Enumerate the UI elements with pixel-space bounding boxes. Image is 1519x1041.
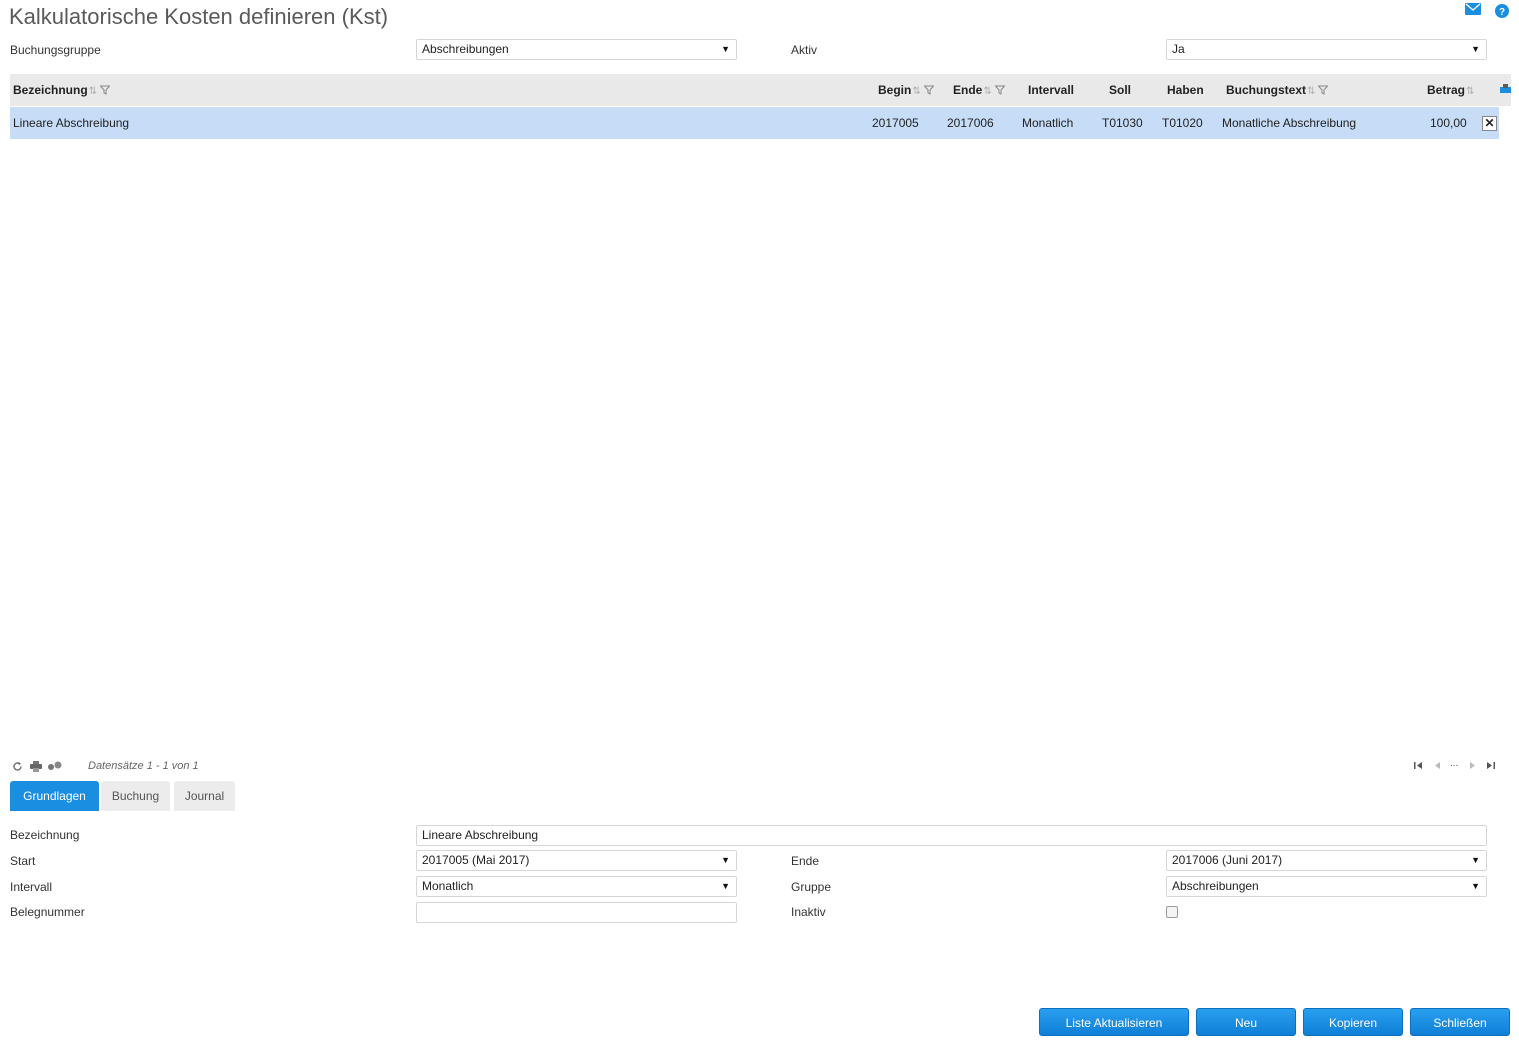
tab-grundlagen[interactable]: Grundlagen: [10, 781, 99, 811]
column-header-label: Ende: [953, 83, 983, 97]
intervall-label: Intervall: [10, 880, 53, 894]
first-page-icon[interactable]: [1414, 761, 1423, 773]
page-ellipsis: ...: [1450, 758, 1459, 769]
bezeichnung-label: Bezeichnung: [10, 828, 80, 842]
chevron-down-icon: ▼: [721, 881, 730, 891]
bezeichnung-field[interactable]: Lineare Abschreibung: [416, 825, 1487, 846]
column-header-bezeichnung[interactable]: Bezeichnung⇅: [13, 74, 111, 107]
start-label: Start: [10, 854, 36, 868]
help-icon[interactable]: ?: [1494, 3, 1512, 19]
prev-page-icon[interactable]: [1434, 761, 1441, 773]
gruppe-label: Gruppe: [791, 880, 832, 894]
column-header-buchungstext[interactable]: Buchungstext⇅: [1226, 74, 1330, 107]
cell-buchungstext: Monatliche Abschreibung: [1222, 116, 1357, 130]
last-page-icon[interactable]: [1486, 761, 1495, 773]
buchungsgruppe-label: Buchungsgruppe: [10, 43, 101, 57]
copy-button[interactable]: Kopieren: [1303, 1008, 1403, 1036]
chevron-down-icon: ▼: [1471, 855, 1480, 865]
intervall-value: Monatlich: [422, 879, 474, 893]
ende-label: Ende: [791, 854, 820, 868]
tab-buchung[interactable]: Buchung: [101, 781, 170, 811]
inaktiv-checkbox[interactable]: [1166, 906, 1178, 918]
sort-icon[interactable]: ⇅: [1466, 86, 1474, 97]
column-header-haben[interactable]: Haben: [1167, 74, 1204, 106]
records-count: Datensätze 1 - 1 von 1: [88, 760, 199, 772]
sort-icon[interactable]: ⇅: [1307, 86, 1315, 97]
column-header-soll[interactable]: Soll: [1109, 74, 1131, 106]
belegnummer-label: Belegnummer: [10, 905, 85, 919]
column-header-intervall[interactable]: Intervall: [1028, 74, 1074, 106]
gruppe-value: Abschreibungen: [1172, 879, 1259, 893]
chevron-down-icon: ▼: [721, 855, 730, 865]
filter-icon[interactable]: [99, 75, 111, 107]
cell-ende: 2017006: [947, 116, 994, 130]
page-title: Kalkulatorische Kosten definieren (Kst): [9, 4, 389, 29]
sort-icon[interactable]: ⇅: [89, 86, 97, 97]
ende-value: 2017006 (Juni 2017): [1172, 853, 1283, 867]
ende-select[interactable]: 2017006 (Juni 2017) ▼: [1166, 850, 1487, 871]
filter-icon[interactable]: [994, 75, 1006, 107]
cell-haben: T01020: [1162, 116, 1203, 130]
buchungsgruppe-value: Abschreibungen: [422, 42, 509, 56]
aktiv-select[interactable]: Ja ▼: [1166, 39, 1487, 60]
start-select[interactable]: 2017005 (Mai 2017) ▼: [416, 850, 737, 871]
start-value: 2017005 (Mai 2017): [422, 853, 530, 867]
column-chooser-icon[interactable]: [1500, 84, 1511, 95]
svg-text:?: ?: [1499, 7, 1505, 18]
new-button[interactable]: Neu: [1196, 1008, 1296, 1036]
buchungsgruppe-select[interactable]: Abschreibungen ▼: [416, 39, 737, 60]
aktiv-value: Ja: [1172, 42, 1185, 56]
cell-betrag: 100,00: [1430, 116, 1467, 130]
filter-icon[interactable]: [923, 75, 935, 107]
column-header-label: Begin: [878, 83, 912, 97]
refresh-list-button[interactable]: Liste Aktualisieren: [1039, 1008, 1189, 1036]
column-header-label: Buchungstext: [1226, 83, 1307, 97]
cell-intervall: Monatlich: [1022, 116, 1074, 130]
next-page-icon[interactable]: [1469, 761, 1476, 773]
tab-journal[interactable]: Journal: [174, 781, 235, 811]
chevron-down-icon: ▼: [1471, 44, 1480, 54]
table-row[interactable]: Lineare Abschreibung 2017005 2017006 Mon…: [10, 107, 1499, 139]
aktiv-label: Aktiv: [791, 43, 818, 57]
sort-icon[interactable]: ⇅: [912, 86, 920, 97]
column-header-ende[interactable]: Ende⇅: [953, 74, 1006, 107]
intervall-select[interactable]: Monatlich ▼: [416, 876, 737, 897]
refresh-icon[interactable]: [12, 761, 24, 773]
column-header-label: Bezeichnung: [13, 83, 88, 97]
filter-icon[interactable]: [1317, 75, 1330, 107]
gruppe-select[interactable]: Abschreibungen ▼: [1166, 876, 1487, 897]
settings-icon[interactable]: [47, 761, 62, 773]
print-icon[interactable]: [30, 761, 42, 773]
mail-icon[interactable]: [1465, 3, 1483, 19]
close-button[interactable]: Schließen: [1410, 1008, 1510, 1036]
column-header-label: Betrag: [1427, 83, 1466, 97]
sort-icon[interactable]: ⇅: [983, 86, 991, 97]
delete-row-button[interactable]: ✕: [1482, 116, 1497, 131]
column-header-begin[interactable]: Begin⇅: [878, 74, 935, 107]
grid-header: Bezeichnung⇅ Begin⇅ Ende⇅ Intervall Soll…: [10, 74, 1511, 106]
cell-soll: T01030: [1102, 116, 1143, 130]
column-header-betrag[interactable]: Betrag⇅: [1427, 74, 1474, 106]
chevron-down-icon: ▼: [721, 44, 730, 54]
inaktiv-label: Inaktiv: [791, 905, 826, 919]
cell-begin: 2017005: [872, 116, 919, 130]
cell-bezeichnung: Lineare Abschreibung: [13, 116, 130, 130]
belegnummer-field[interactable]: [416, 902, 737, 923]
chevron-down-icon: ▼: [1471, 881, 1480, 891]
